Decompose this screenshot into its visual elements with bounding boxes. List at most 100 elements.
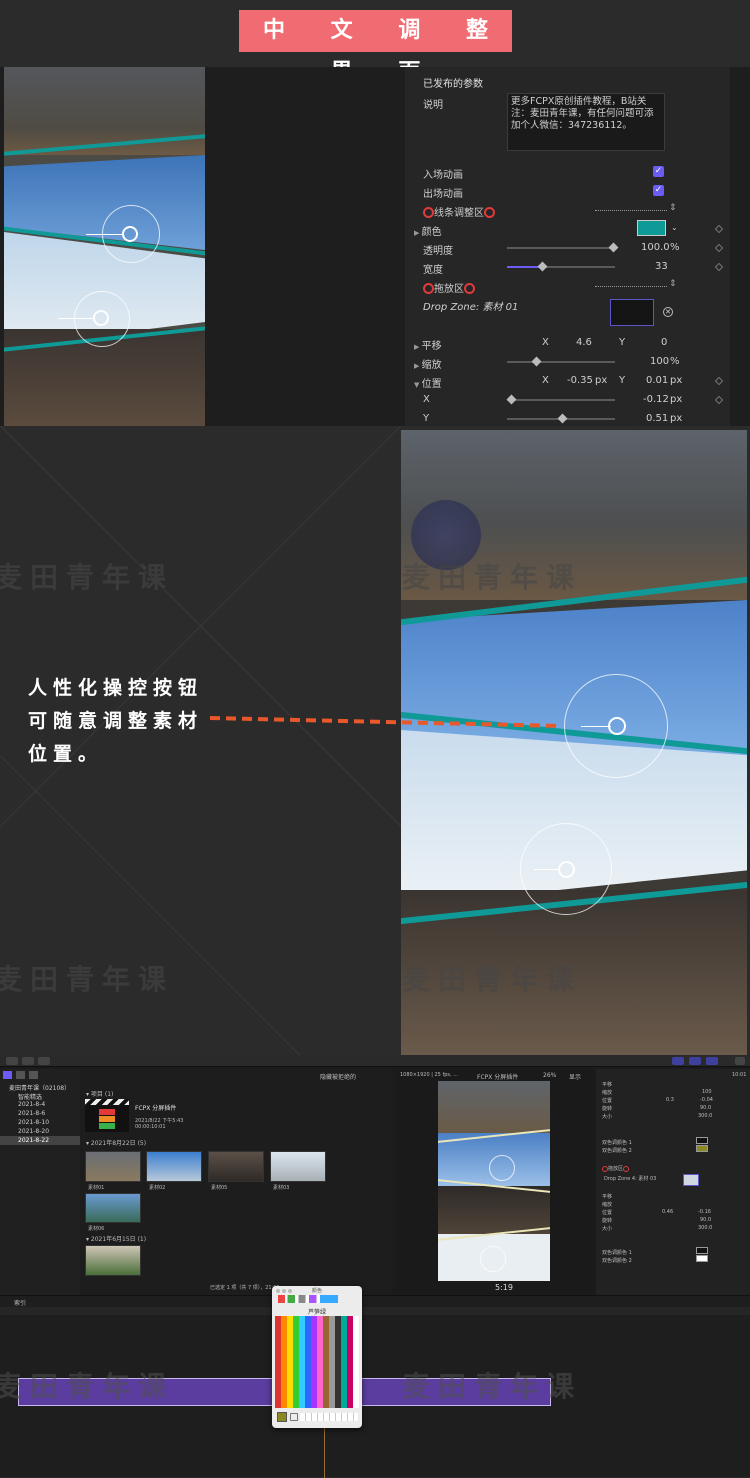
layout-button[interactable]: [706, 1057, 718, 1065]
opacity-value[interactable]: 100.0: [641, 242, 670, 253]
color-dropdown-chevron-icon[interactable]: ⌄: [671, 223, 678, 232]
opacity-slider[interactable]: [507, 247, 615, 249]
position-handle-center[interactable]: [558, 861, 575, 878]
color-name: 芦笋绿: [308, 1309, 327, 1316]
position-label: ▼ 位置: [414, 379, 442, 390]
smart-collections[interactable]: 智能精选: [18, 1092, 42, 1101]
y-slider-knob[interactable]: [557, 413, 568, 424]
clip-thumbnail[interactable]: [146, 1151, 202, 1182]
toolbar: [0, 1055, 750, 1067]
viewer-format: 1080×1920 | 25 fps, ...: [400, 1072, 458, 1078]
clear-dropzone-icon[interactable]: ✕: [663, 307, 673, 317]
caption-line-3: 位置。: [28, 743, 104, 765]
color-mode-tabs[interactable]: [278, 1295, 338, 1303]
index-button[interactable]: 索引: [14, 1298, 26, 1307]
x-label: X: [423, 394, 430, 405]
dropzone-well[interactable]: [610, 299, 654, 326]
filter-dropdown[interactable]: 隐藏被拒绝的: [320, 1072, 356, 1081]
share-button[interactable]: [735, 1057, 745, 1065]
parameter-screenshot: 已发布的参数 说明 更多FCPX原创插件教程，B站关注：麦田青年课，有任何问题可…: [0, 67, 750, 426]
pan-x-label: X: [542, 337, 549, 348]
drop-area-label: 拖放区: [602, 1165, 630, 1172]
x-unit: px: [670, 394, 683, 405]
pos-y-value[interactable]: 0.01: [646, 375, 668, 386]
y-value[interactable]: 0.51: [646, 413, 668, 424]
description-field[interactable]: 更多FCPX原创插件教程，B站关注：麦田青年课，有任何问题可添加个人微信：347…: [507, 93, 665, 151]
keywords-button[interactable]: [22, 1057, 34, 1065]
library-sidebar: 麦田青年课（02108） 智能精选 2021-8-4 2021-8-6 2021…: [0, 1069, 80, 1295]
keyframe-icon[interactable]: [714, 243, 724, 253]
color-well[interactable]: [696, 1247, 708, 1254]
width-value[interactable]: 33: [655, 261, 668, 272]
clip-thumbnail[interactable]: [85, 1151, 141, 1182]
dropzone-label: Drop Zone: 素材 01: [423, 302, 519, 313]
zoom-dropdown[interactable]: 26%: [543, 1072, 556, 1079]
opacity-unit: %: [670, 242, 680, 253]
pos-x-value[interactable]: -0.35: [567, 375, 593, 386]
scale-slider-knob[interactable]: [531, 356, 542, 367]
keyframe-icon[interactable]: [714, 224, 724, 234]
pan-x-value[interactable]: 4.6: [576, 337, 592, 348]
line-area-label: 线条调整区: [423, 204, 495, 219]
x-slider[interactable]: [507, 399, 615, 401]
expand-chevron-icon[interactable]: ⇕: [669, 203, 677, 213]
pan-y-value[interactable]: 0: [661, 337, 667, 348]
import-button[interactable]: [6, 1057, 18, 1065]
watermark: 麦田青年课: [402, 561, 583, 594]
analysis-button[interactable]: [38, 1057, 50, 1065]
clip-thumbnail[interactable]: [85, 1193, 141, 1223]
x-value[interactable]: -0.12: [643, 394, 669, 405]
library-title[interactable]: 麦田青年课（02108）: [9, 1083, 70, 1092]
event-item[interactable]: 2021-8-4: [18, 1101, 45, 1108]
recent-swatches[interactable]: [300, 1413, 358, 1421]
selected-color-swatch[interactable]: [277, 1412, 287, 1422]
layout-button[interactable]: [672, 1057, 684, 1065]
keyframe-icon[interactable]: [714, 395, 724, 405]
clip-thumbnail[interactable]: [270, 1151, 326, 1182]
pos-y-unit: px: [670, 375, 683, 386]
clip-thumbnail[interactable]: [85, 1245, 141, 1276]
y-unit: px: [670, 413, 683, 424]
browser: 隐藏被拒绝的 ▾ 项目 (1) FCPX 分屏插件 2021/8/22 下午5:…: [80, 1069, 392, 1295]
opacity-slider-knob[interactable]: [608, 242, 619, 253]
project-timecode: 00:00:10:01: [135, 1124, 166, 1130]
x-slider-knob[interactable]: [506, 394, 517, 405]
watermark: 麦田青年课: [0, 561, 175, 594]
watermark: 麦田青年课: [0, 1370, 175, 1403]
eyedropper-icon[interactable]: [290, 1413, 298, 1421]
color-well[interactable]: [696, 1137, 708, 1144]
selection-status: 已选定 1 项（共 7 项），21:05: [210, 1285, 280, 1291]
width-slider-knob[interactable]: [537, 261, 548, 272]
outro-animation-checkbox[interactable]: ✓: [653, 185, 664, 196]
color-well[interactable]: [696, 1145, 708, 1152]
project-thumbnail[interactable]: [85, 1099, 129, 1132]
event-item[interactable]: 2021-8-10: [18, 1119, 49, 1126]
position-handle-center[interactable]: [93, 310, 109, 326]
caption-line-2: 可随意调整素材: [28, 710, 204, 732]
layout-button[interactable]: [689, 1057, 701, 1065]
color-well[interactable]: [696, 1255, 708, 1262]
scale-unit: %: [670, 356, 680, 367]
project-date: 2021/8/22 下午5:43: [135, 1118, 184, 1124]
fcpx-window: 麦田青年课（02108） 智能精选 2021-8-4 2021-8-6 2021…: [0, 1055, 750, 1478]
event-item[interactable]: 2021-8-6: [18, 1110, 45, 1117]
keyframe-icon[interactable]: [714, 376, 724, 386]
crayon-palette[interactable]: [275, 1316, 359, 1408]
scale-value[interactable]: 100: [650, 356, 669, 367]
event-item-selected[interactable]: 2021-8-22: [18, 1137, 49, 1144]
event-item[interactable]: 2021-8-20: [18, 1128, 49, 1135]
position-handle-center[interactable]: [122, 226, 138, 242]
intro-animation-checkbox[interactable]: ✓: [653, 166, 664, 177]
expand-chevron-icon[interactable]: ⇕: [669, 279, 677, 289]
width-slider[interactable]: [507, 266, 615, 268]
pos-y-label: Y: [619, 375, 626, 386]
display-dropdown[interactable]: 显示: [569, 1072, 581, 1081]
fcpx-inspector: 10:01 平移 缩放 100 位置 0.3 -0.04 旋转 90.0 大小 …: [596, 1069, 750, 1295]
scale-slider[interactable]: [507, 361, 615, 363]
dropzone-well[interactable]: [683, 1174, 699, 1186]
clip-thumbnail[interactable]: [208, 1151, 264, 1182]
keyframe-icon[interactable]: [714, 262, 724, 272]
playhead-timecode: 5:19: [495, 1283, 513, 1292]
project-name[interactable]: FCPX 分屏插件: [135, 1103, 176, 1112]
color-well[interactable]: [637, 220, 666, 236]
